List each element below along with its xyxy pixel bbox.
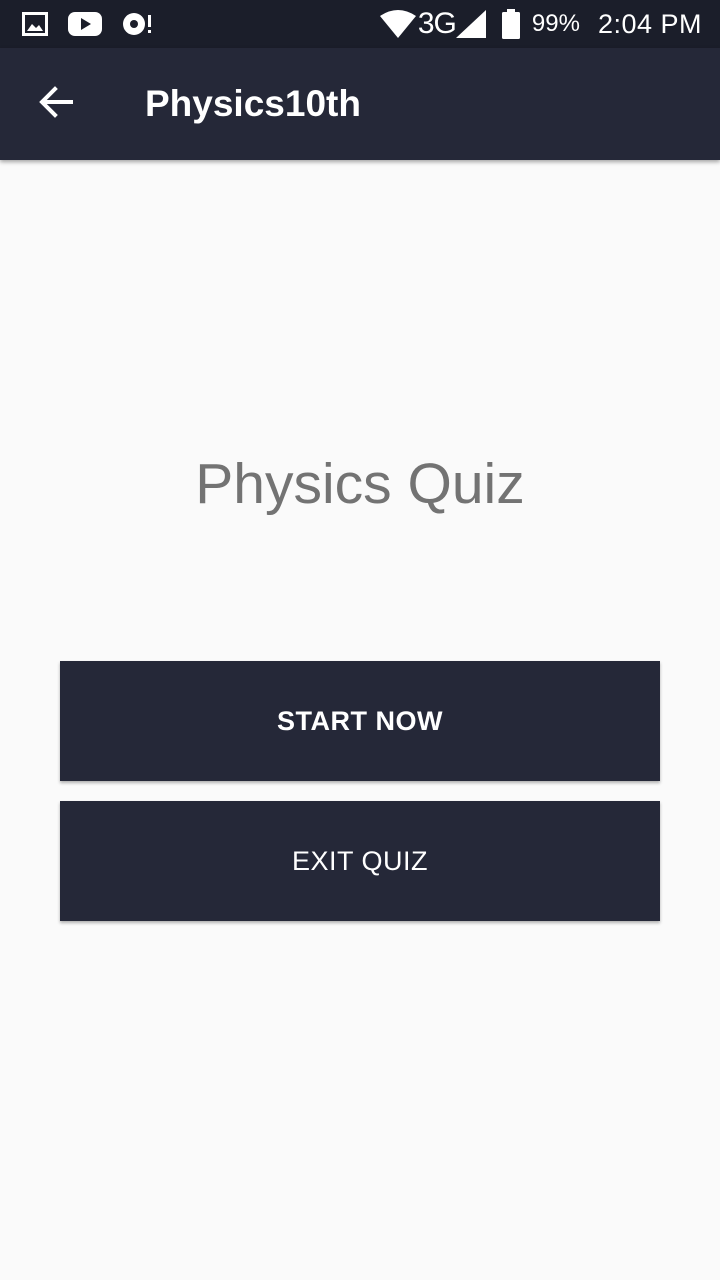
back-button[interactable]	[24, 76, 88, 132]
signal-icon	[455, 10, 486, 38]
status-bar: 3G 99% 2:04 PM	[0, 0, 720, 48]
quiz-heading: Physics Quiz	[195, 452, 525, 516]
start-now-button[interactable]: START NOW	[60, 661, 660, 781]
youtube-icon	[68, 12, 102, 36]
status-bar-notifications	[22, 0, 154, 48]
clock: 2:04 PM	[597, 8, 702, 39]
wifi-icon	[379, 10, 416, 38]
gallery-icon	[22, 12, 48, 36]
arrow-left-icon	[38, 84, 74, 125]
network-type: 3G	[417, 7, 457, 40]
page-title: Physics10th	[145, 83, 361, 124]
sync-alert-icon	[122, 11, 154, 37]
app-bar: Physics10th	[0, 48, 720, 160]
battery-icon	[501, 9, 520, 39]
exit-quiz-button[interactable]: EXIT QUIZ	[60, 801, 660, 921]
battery-percent: 99%	[531, 10, 580, 37]
status-bar-system: 3G 99% 2:04 PM	[379, 0, 702, 48]
